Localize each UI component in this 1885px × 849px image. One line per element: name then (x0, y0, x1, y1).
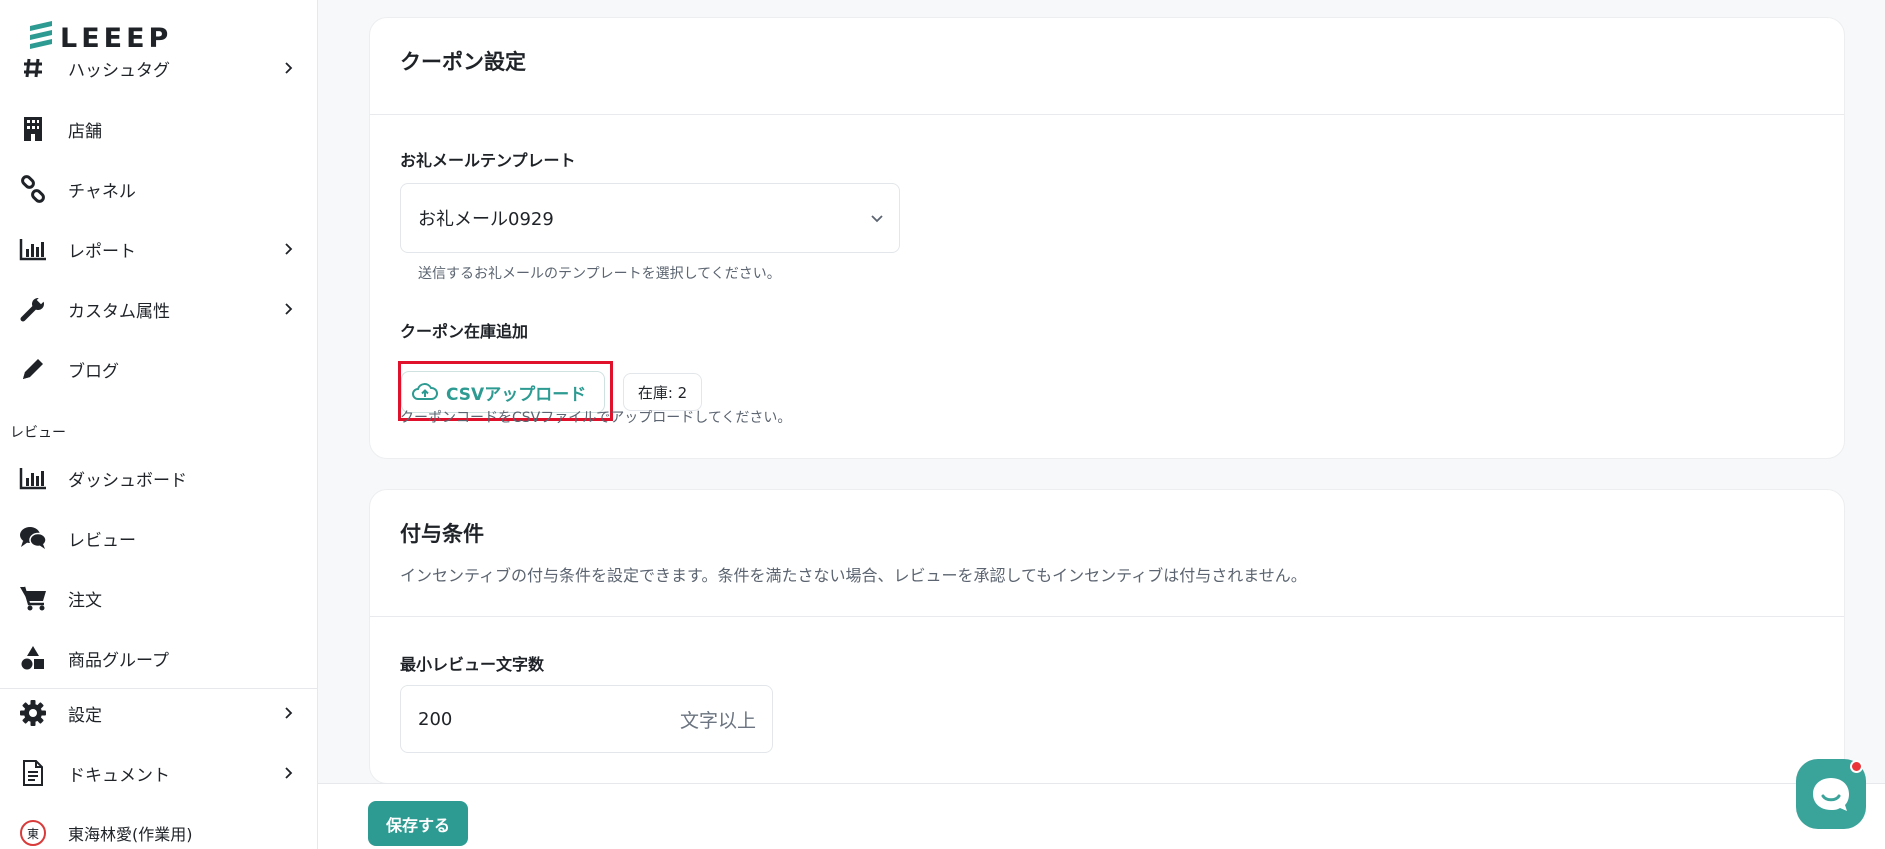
card-divider (370, 114, 1844, 115)
notification-dot (1850, 760, 1863, 773)
logo-text: LEEEP (60, 22, 173, 54)
coupon-settings-card: クーポン設定 お礼メールテンプレート お礼メール0929 送信するお礼メールのテ… (369, 17, 1845, 459)
chat-launcher-icon (1813, 778, 1849, 811)
pencil-icon (18, 354, 48, 384)
sidebar-section-review: レビュー (10, 425, 66, 441)
min-chars-value: 200 (418, 708, 453, 730)
sidebar-item-label: 設定 (68, 705, 102, 726)
sidebar-item-label: ダッシュボード (68, 470, 187, 491)
sidebar-item-label: 店舗 (68, 121, 102, 142)
gear-icon (18, 698, 48, 728)
template-select-value: お礼メール0929 (418, 209, 554, 230)
bar-chart-icon (18, 234, 48, 264)
avatar: 東 (20, 820, 46, 846)
sidebar-item-store[interactable]: 店舗 (0, 101, 317, 157)
chevron-right-icon (285, 62, 293, 74)
sidebar: ハッシュタグ LEEEP 店舗 チャネル レポート カスタム属性 ブログ レビュ… (0, 0, 318, 849)
template-help-text: 送信するお礼メールのテンプレートを選択してください。 (418, 266, 781, 282)
sidebar-item-orders[interactable]: 注文 (0, 570, 317, 626)
sidebar-item-custom-attributes[interactable]: カスタム属性 (0, 281, 317, 337)
save-button[interactable]: 保存する (368, 801, 468, 846)
stock-count-badge: 在庫: 2 (623, 373, 702, 411)
template-label: お礼メールテンプレート (400, 151, 576, 170)
avatar-wrapper: 東 (18, 818, 48, 848)
logo[interactable]: LEEEP (28, 18, 183, 58)
sidebar-item-reviews[interactable]: レビュー (0, 510, 317, 566)
template-select[interactable]: お礼メール0929 (400, 183, 900, 253)
chevron-down-icon (871, 215, 883, 223)
chat-launcher-button[interactable] (1796, 759, 1866, 829)
link-icon (18, 174, 48, 204)
sidebar-item-blog[interactable]: ブログ (0, 341, 317, 397)
document-icon (18, 758, 48, 788)
building-icon (18, 114, 48, 144)
chevron-right-icon (285, 767, 293, 779)
sidebar-item-label: 商品グループ (68, 650, 169, 671)
sidebar-item-label: カスタム属性 (68, 301, 170, 322)
sidebar-item-report[interactable]: レポート (0, 221, 317, 277)
sidebar-item-label: レビュー (68, 530, 136, 551)
sidebar-item-channel[interactable]: チャネル (0, 161, 317, 217)
sidebar-item-product-groups[interactable]: 商品グループ (0, 630, 317, 686)
card-divider (370, 616, 1844, 617)
chat-bubbles-icon (18, 523, 48, 553)
card-title: 付与条件 (400, 522, 484, 546)
bar-chart-icon (18, 463, 48, 493)
sidebar-item-label: レポート (68, 241, 136, 262)
grant-conditions-card: 付与条件 インセンティブの付与条件を設定できます。条件を満たさない場合、レビュー… (369, 489, 1845, 784)
min-chars-suffix: 文字以上 (679, 709, 756, 732)
csv-help-text: クーポンコードをCSVファイルでアップロードしてください。 (400, 410, 792, 426)
shapes-icon (18, 643, 48, 673)
coupon-stock-label: クーポン在庫追加 (400, 322, 529, 341)
cart-icon (18, 583, 48, 613)
sidebar-item-label: ブログ (68, 361, 119, 382)
sidebar-item-label: ハッシュタグ (68, 60, 170, 81)
sidebar-item-documents[interactable]: ドキュメント (0, 745, 317, 801)
sidebar-item-label: チャネル (68, 181, 136, 202)
logo-mark-icon (30, 21, 52, 49)
csv-upload-label: CSVアップロード (446, 384, 587, 405)
sidebar-item-label: ドキュメント (68, 765, 170, 786)
min-chars-label: 最小レビュー文字数 (400, 655, 545, 674)
sidebar-user[interactable]: 東 東海林愛(作業用) (0, 805, 317, 849)
chevron-right-icon (285, 707, 293, 719)
cloud-upload-icon (412, 383, 438, 400)
sidebar-item-label: 注文 (68, 590, 102, 611)
user-name: 東海林愛(作業用) (68, 825, 193, 844)
footer-bar: 保存する (318, 783, 1885, 849)
sidebar-item-dashboard[interactable]: ダッシュボード (0, 450, 317, 506)
card-description: インセンティブの付与条件を設定できます。条件を満たさない場合、レビューを承認して… (400, 566, 1307, 585)
min-chars-input[interactable]: 200 文字以上 (400, 685, 773, 753)
sidebar-item-settings[interactable]: 設定 (0, 685, 317, 741)
chevron-right-icon (285, 303, 293, 315)
chevron-right-icon (285, 243, 293, 255)
wrench-icon (18, 294, 48, 324)
card-title: クーポン設定 (400, 50, 526, 74)
